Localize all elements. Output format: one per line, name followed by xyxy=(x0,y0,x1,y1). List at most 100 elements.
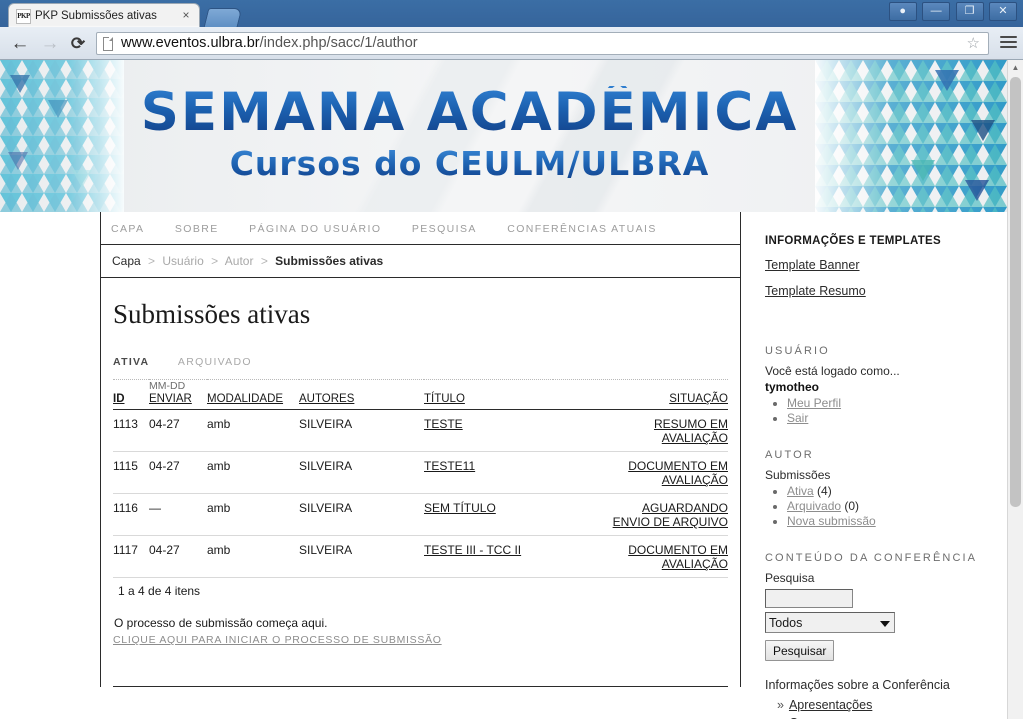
sidebar-link-apresentacoes[interactable]: Apresentações xyxy=(789,698,872,712)
cell-date: 04-27 xyxy=(149,535,207,578)
cell-situacao[interactable]: AGUARDANDO ENVIO DE ARQUIVO xyxy=(553,493,728,536)
cell-id: 1115 xyxy=(113,451,149,494)
cell-titulo[interactable]: TESTE III - TCC II xyxy=(424,535,553,578)
breadcrumb-usuario[interactable]: Usuário xyxy=(162,254,203,268)
browser-tab[interactable]: PKP PKP Submissões ativas × xyxy=(8,3,200,27)
address-bar[interactable]: www.eventos.ulbra.br/index.php/sacc/1/au… xyxy=(96,32,989,55)
forward-arrow-icon[interactable]: → xyxy=(38,32,62,56)
sidebar-link-nova-submissao[interactable]: Nova submissão xyxy=(787,514,876,528)
cell-situacao[interactable]: RESUMO EM AVALIAÇÃO xyxy=(553,409,728,452)
close-window-button[interactable]: ✕ xyxy=(989,2,1017,21)
breadcrumb-autor[interactable]: Autor xyxy=(225,254,254,268)
cell-titulo-link[interactable]: TESTE11 xyxy=(424,459,475,473)
sidebar-link-meu-perfil[interactable]: Meu Perfil xyxy=(787,396,841,410)
breadcrumb: Capa > Usuário > Autor > Submissões ativ… xyxy=(101,245,740,278)
search-scope-wrapper: Todos xyxy=(765,612,895,633)
col-header-modalidade[interactable]: MODALIDADE xyxy=(207,380,299,410)
user-profile-button[interactable]: ● xyxy=(888,2,917,21)
cell-id: 1117 xyxy=(113,535,149,578)
cell-autores: SILVEIRA xyxy=(299,451,424,494)
window-controls: ● — ❐ ✕ xyxy=(888,2,1017,22)
table-body: 1113 04-27 amb SILVEIRA TESTE RESUMO EM AVALIA… xyxy=(113,409,728,578)
col-header-titulo[interactable]: TÍTULO xyxy=(424,380,553,410)
minimize-button[interactable]: — xyxy=(922,2,951,21)
col-header-id[interactable]: ID xyxy=(113,380,149,410)
url-host: www.eventos.ulbra.br xyxy=(121,35,260,51)
search-button[interactable]: Pesquisar xyxy=(765,640,835,661)
scrollbar-up-arrow-icon[interactable]: ▲ xyxy=(1008,60,1023,75)
tab-ativa[interactable]: ATIVA xyxy=(113,356,149,368)
hamburger-menu-icon[interactable] xyxy=(1000,36,1017,50)
search-input[interactable] xyxy=(765,589,853,608)
back-arrow-icon[interactable]: ← xyxy=(8,32,32,56)
status-line-2[interactable]: AVALIAÇÃO xyxy=(662,473,728,487)
breadcrumb-separator: > xyxy=(211,254,219,268)
sidebar-heading-conteudo-conferencia: CONTEÚDO DA CONFERÊNCIA xyxy=(765,552,978,564)
status-line-1[interactable]: DOCUMENTO EM xyxy=(628,459,728,473)
url-path: /index.php/sacc/1/author xyxy=(259,35,418,51)
cell-autores: SILVEIRA xyxy=(299,493,424,536)
nav-item-capa[interactable]: CAPA xyxy=(111,212,144,245)
cell-situacao[interactable]: DOCUMENTO EM AVALIAÇÃO xyxy=(553,535,728,578)
nav-item-sobre[interactable]: SOBRE xyxy=(175,212,219,245)
sidebar-link-template-resumo[interactable]: Template Resumo xyxy=(765,284,997,298)
sidebar-user-links: Meu Perfil Sair xyxy=(765,396,997,426)
sidebar-username: tymotheo xyxy=(765,380,819,394)
nav-item-pagina-usuario[interactable]: PÁGINA DO USUÁRIO xyxy=(249,212,381,245)
col-header-date[interactable]: MM-DD ENVIAR xyxy=(149,380,207,410)
cell-titulo[interactable]: TESTE11 xyxy=(424,451,553,494)
new-tab-button[interactable] xyxy=(203,8,243,27)
cell-titulo[interactable]: SEM TÍTULO xyxy=(424,493,553,536)
banner-text-block: SEMANA ACADÊMICA Cursos do CEULM/ULBRA xyxy=(124,60,815,212)
sidebar-logged-as-text: Você está logado como... xyxy=(765,364,900,378)
page-scrollbar[interactable]: ▲ xyxy=(1007,60,1023,719)
cell-modalidade: amb xyxy=(207,493,299,536)
bookmark-star-icon[interactable]: ☆ xyxy=(967,36,980,52)
sidebar-link-arquivado[interactable]: Arquivado xyxy=(787,499,841,513)
browser-toolbar: ← → ⟳ www.eventos.ulbra.br/index.php/sac… xyxy=(0,27,1023,60)
submissions-table: ID MM-DD ENVIAR MODALIDADE AUTORES TÍTUL… xyxy=(113,379,728,578)
breadcrumb-capa[interactable]: Capa xyxy=(112,254,141,268)
sidebar-link-sair[interactable]: Sair xyxy=(787,411,808,425)
url-text: www.eventos.ulbra.br/index.php/sacc/1/au… xyxy=(121,33,418,54)
status-line-1[interactable]: RESUMO EM xyxy=(654,417,728,431)
sidebar-link-template-banner[interactable]: Template Banner xyxy=(765,258,997,272)
nav-item-pesquisa[interactable]: PESQUISA xyxy=(412,212,477,245)
col-header-situacao[interactable]: SITUAÇÃO xyxy=(553,380,728,410)
status-line-2[interactable]: AVALIAÇÃO xyxy=(662,431,728,445)
list-item: Arquivado (0) xyxy=(787,499,997,514)
cell-autores: SILVEIRA xyxy=(299,535,424,578)
status-line-1[interactable]: DOCUMENTO EM xyxy=(628,543,728,557)
reload-icon[interactable]: ⟳ xyxy=(66,32,90,56)
cell-titulo-link[interactable]: SEM TÍTULO xyxy=(424,501,496,515)
tab-arquivado[interactable]: ARQUIVADO xyxy=(178,356,252,368)
cell-titulo-link[interactable]: TESTE III - TCC II xyxy=(424,543,521,557)
sidebar-heading-usuario: USUÁRIO xyxy=(765,345,830,357)
table-row: 1113 04-27 amb SILVEIRA TESTE RESUMO EM AVALIA… xyxy=(113,409,728,452)
tab-title: PKP Submissões ativas xyxy=(35,10,157,22)
status-line-2[interactable]: ENVIO DE ARQUIVO xyxy=(613,515,728,529)
breadcrumb-current: Submissões ativas xyxy=(275,254,384,268)
nav-item-conferencias-atuais[interactable]: CONFERÊNCIAS ATUAIS xyxy=(507,212,657,245)
restore-button[interactable]: ❐ xyxy=(955,2,984,21)
start-submission-link[interactable]: CLIQUE AQUI PARA INICIAR O PROCESSO DE S… xyxy=(113,634,442,646)
col-header-autores[interactable]: AUTORES xyxy=(299,380,424,410)
cell-modalidade: amb xyxy=(207,535,299,578)
sidebar-link-ativa[interactable]: Ativa xyxy=(787,484,814,498)
sidebar-heading-templates: INFORMAÇÕES E TEMPLATES xyxy=(765,235,941,247)
content-inner: Submissões ativas ATIVA ARQUIVADO ID MM-… xyxy=(101,298,740,687)
content-bottom-rule xyxy=(113,686,728,687)
scrollbar-thumb[interactable] xyxy=(1010,77,1021,507)
cell-titulo[interactable]: TESTE xyxy=(424,409,553,452)
status-line-1[interactable]: AGUARDANDO xyxy=(642,501,728,515)
cell-titulo-link[interactable]: TESTE xyxy=(424,417,463,431)
search-scope-select[interactable]: Todos xyxy=(765,612,895,633)
page-document-icon xyxy=(103,37,113,51)
cell-situacao[interactable]: DOCUMENTO EM AVALIAÇÃO xyxy=(553,451,728,494)
col-header-date-format: MM-DD xyxy=(149,380,186,392)
content-column: CAPA SOBRE PÁGINA DO USUÁRIO PESQUISA CO… xyxy=(100,212,741,687)
tab-close-icon[interactable]: × xyxy=(179,9,193,23)
status-line-2[interactable]: AVALIAÇÃO xyxy=(662,557,728,571)
